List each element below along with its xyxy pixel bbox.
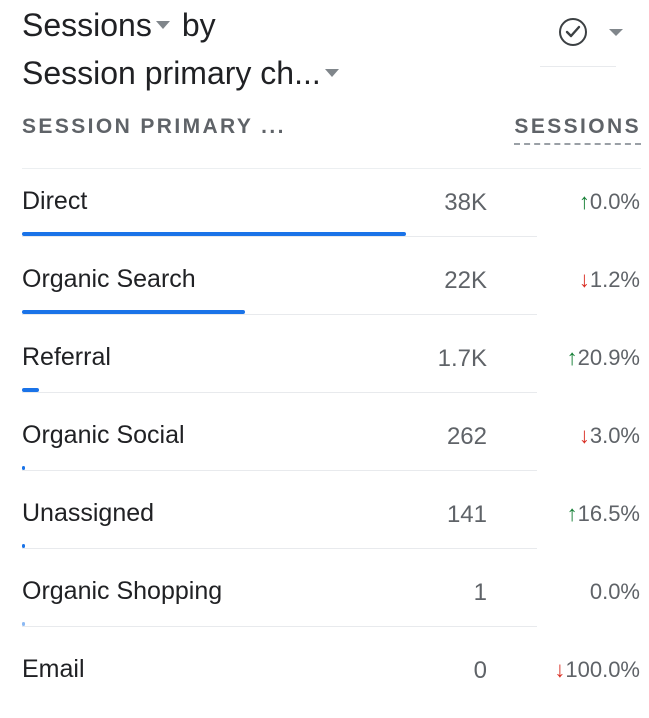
change-value: 100.0% (565, 657, 640, 682)
channel-label: Organic Shopping (22, 577, 223, 605)
card-title-line-2: Session primary ch... (22, 54, 345, 92)
change-percent: ↑0.0% (579, 189, 640, 215)
arrow-up-icon: ↑ (566, 345, 578, 370)
sessions-value: 38K (444, 189, 487, 216)
card-title-line-1: Sessions by (22, 6, 216, 44)
card-toolbar (559, 18, 623, 46)
sessions-by-channel-card: Sessions by Session primary ch... SESSIO… (0, 0, 649, 693)
table-row[interactable]: Referral 1.7K ↑20.9% (0, 328, 649, 406)
change-value: 0.0% (589, 579, 640, 604)
channel-label: Organic Social (22, 421, 185, 449)
dimension-column-header[interactable]: SESSION PRIMARY ... (22, 115, 286, 139)
change-percent: ↓3.0% (579, 423, 640, 449)
arrow-down-icon: ↓ (554, 657, 566, 682)
check-circle-icon[interactable] (559, 18, 587, 46)
dimension-selector[interactable]: Session primary ch... (22, 54, 321, 92)
table-row[interactable]: Unassigned 141 ↑16.5% (0, 484, 649, 562)
table-row[interactable]: Organic Shopping 1 0.0% (0, 562, 649, 640)
change-value: 0.0% (589, 189, 640, 214)
change-value: 16.5% (577, 501, 640, 526)
channel-label: Organic Search (22, 265, 196, 293)
table-row[interactable]: Organic Search 22K ↓1.2% (0, 250, 649, 328)
channel-label: Unassigned (22, 499, 155, 527)
channel-label: Referral (22, 343, 111, 371)
check-mark-icon (565, 25, 581, 38)
row-divider (22, 392, 537, 393)
row-divider (22, 626, 537, 627)
table-row[interactable]: Direct 38K ↑0.0% (0, 172, 649, 250)
change-percent: ↓100.0% (554, 657, 640, 683)
row-divider (22, 236, 537, 237)
metric-selector[interactable]: Sessions (22, 6, 152, 44)
arrow-up-icon: ↑ (578, 189, 590, 214)
sessions-value: 1.7K (437, 345, 487, 372)
row-divider (22, 314, 537, 315)
change-percent: ↑20.9% (567, 345, 640, 371)
dimension-dropdown-icon[interactable] (324, 69, 339, 77)
channel-label: Direct (22, 187, 88, 215)
change-percent: 0.0% (590, 579, 640, 605)
row-divider (22, 548, 537, 549)
title-by-text: by (181, 7, 216, 43)
sessions-value: 141 (446, 501, 487, 528)
header-divider (22, 168, 641, 169)
row-divider (22, 470, 537, 471)
sessions-column-header[interactable]: SESSIONS (514, 115, 641, 145)
toolbar-divider (540, 66, 616, 67)
arrow-down-icon: ↓ (578, 267, 590, 292)
change-percent: ↑16.5% (567, 501, 640, 527)
change-value: 20.9% (577, 345, 640, 370)
table-row[interactable]: Email 0 ↓100.0% (0, 640, 649, 718)
arrow-up-icon: ↑ (566, 501, 578, 526)
channel-label: Email (22, 655, 85, 683)
change-value: 1.2% (589, 267, 640, 292)
sessions-value: 0 (473, 657, 487, 684)
table-row[interactable]: Organic Social 262 ↓3.0% (0, 406, 649, 484)
arrow-down-icon: ↓ (578, 423, 590, 448)
sessions-value: 262 (446, 423, 487, 450)
change-value: 3.0% (589, 423, 640, 448)
caret-down-icon[interactable] (609, 28, 623, 36)
sessions-value: 22K (444, 267, 487, 294)
change-percent: ↓1.2% (579, 267, 640, 293)
metric-dropdown-icon[interactable] (155, 21, 170, 29)
sessions-value: 1 (473, 579, 487, 606)
